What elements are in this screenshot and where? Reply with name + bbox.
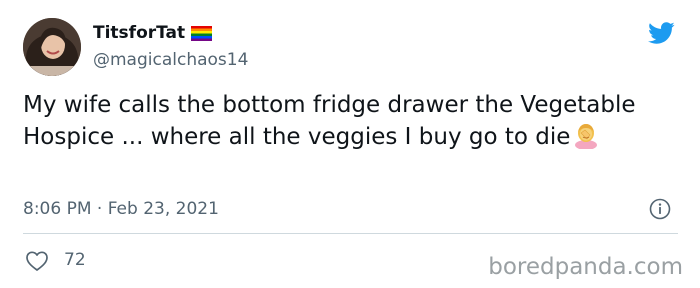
heart-icon[interactable] <box>25 250 49 272</box>
tweet-timestamp[interactable]: 8:06 PM · Feb 23, 2021 <box>23 198 219 220</box>
info-icon[interactable] <box>649 198 671 220</box>
tweet-text: My wife calls the bottom fridge drawer t… <box>23 92 636 150</box>
twitter-bird-icon[interactable] <box>644 19 678 47</box>
avatar-photo <box>23 18 81 76</box>
display-name[interactable]: TitsforTat <box>93 22 185 44</box>
woman-facepalming-emoji <box>575 124 598 149</box>
watermark: boredpanda.com <box>488 254 683 280</box>
tweet-body: My wife calls the bottom fridge drawer t… <box>23 89 673 153</box>
user-handle[interactable]: @magicalchaos14 <box>93 49 248 71</box>
rainbow-flag-icon <box>191 26 212 41</box>
divider <box>23 233 678 234</box>
like-count: 72 <box>64 250 86 270</box>
avatar[interactable] <box>23 18 81 76</box>
